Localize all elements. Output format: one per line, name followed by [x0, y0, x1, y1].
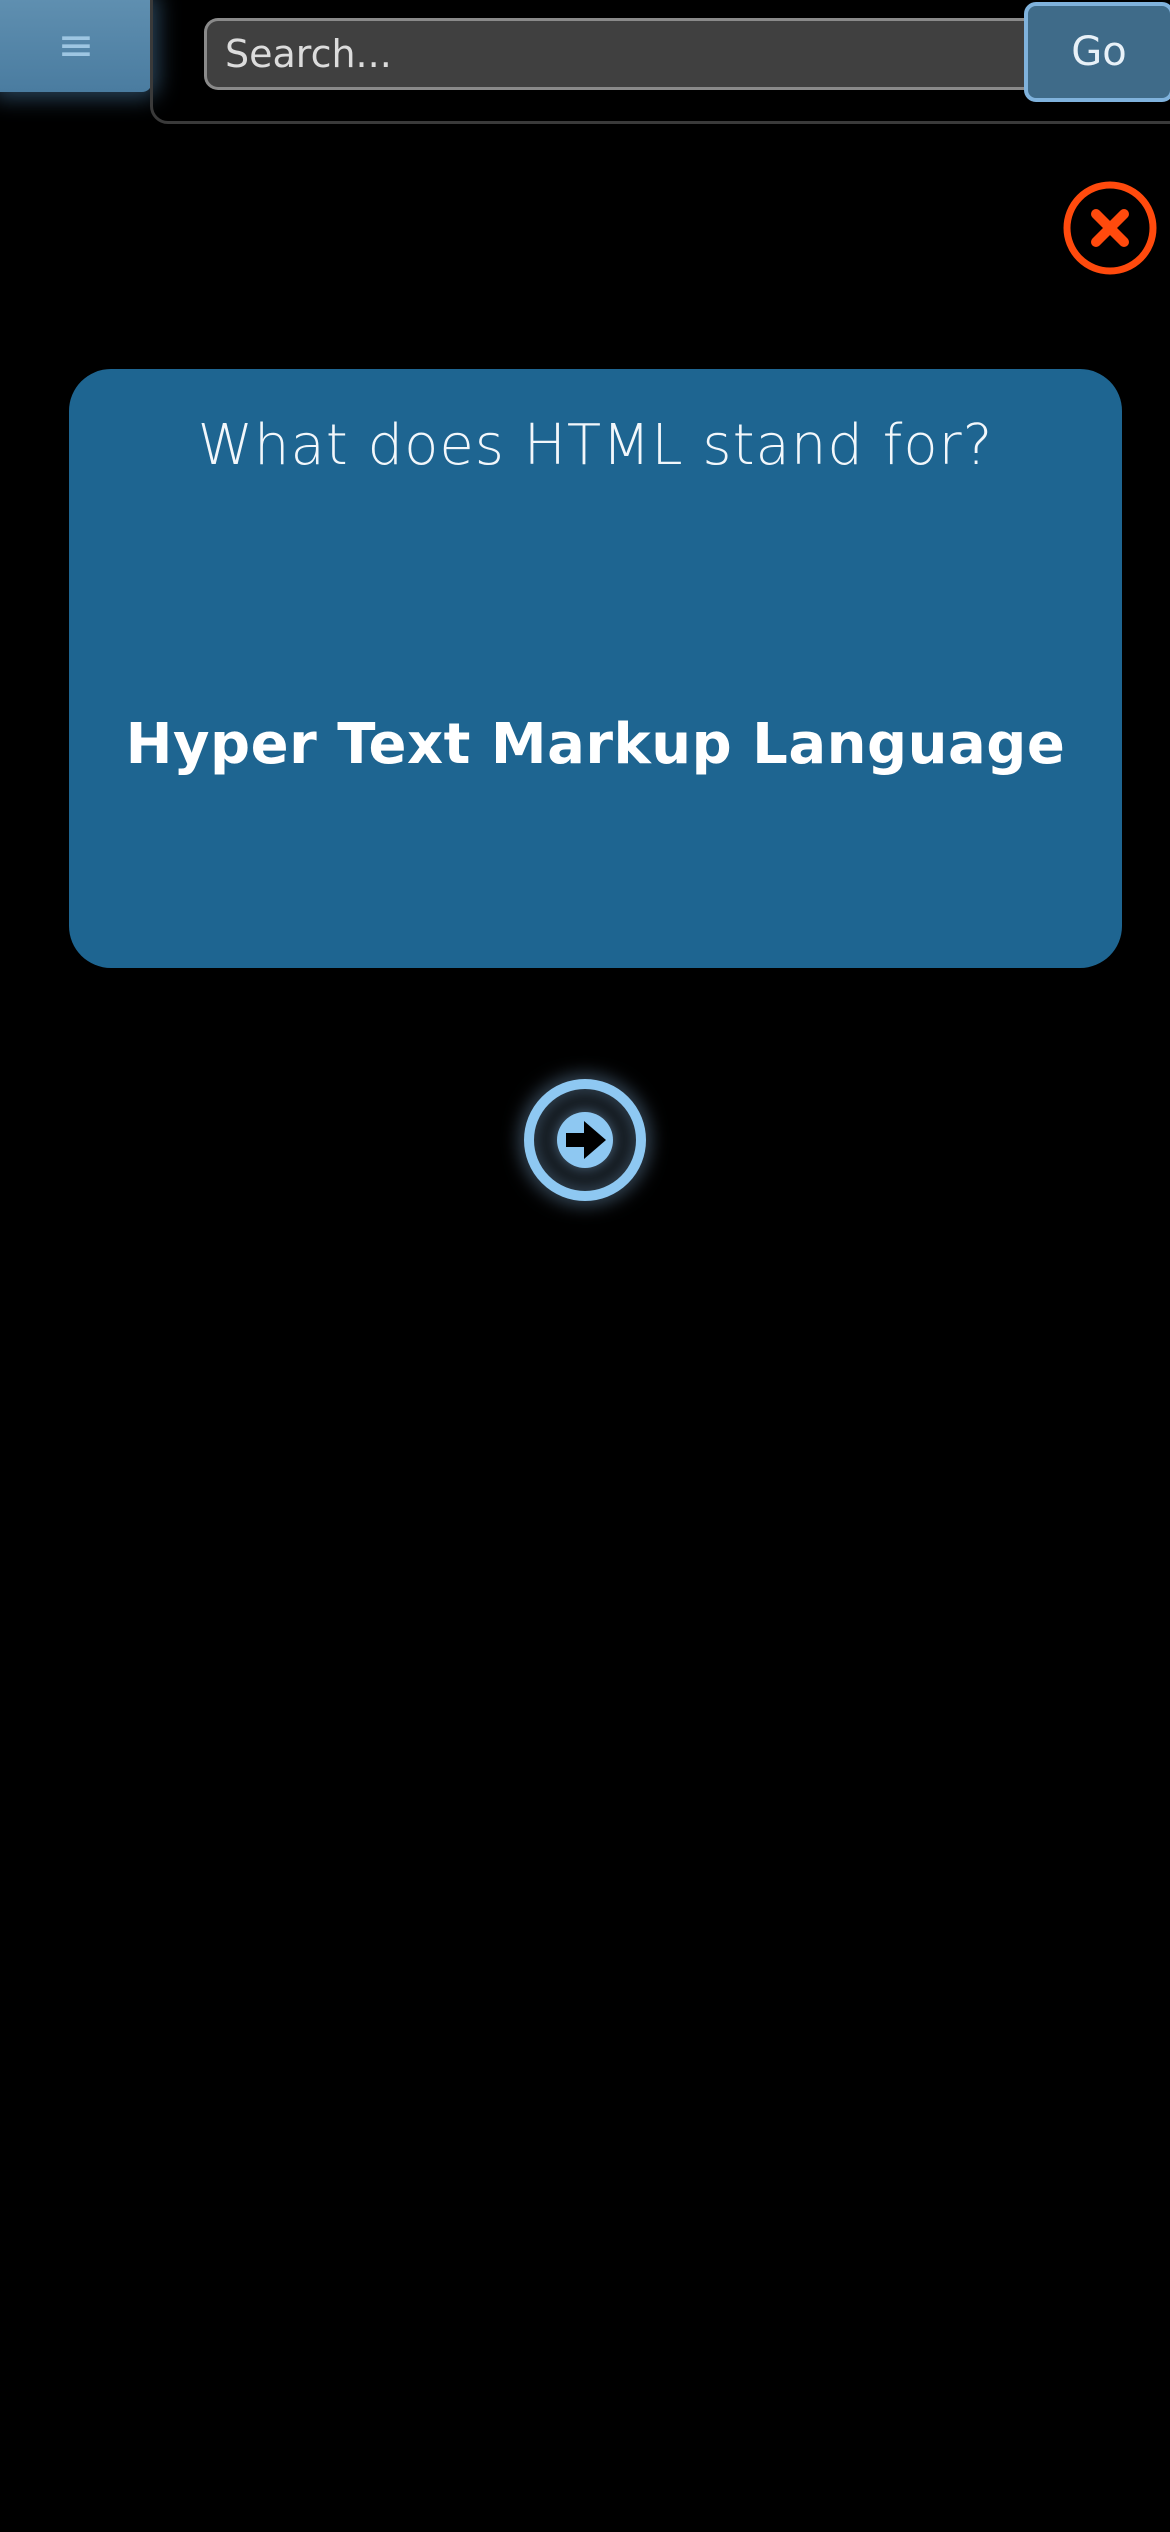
close-button[interactable] — [1062, 180, 1158, 276]
arrow-right-icon — [524, 1079, 646, 1201]
go-button[interactable]: Go — [1024, 2, 1170, 102]
search-input[interactable] — [204, 18, 1044, 90]
card-question: What does HTML stand for? — [197, 413, 994, 478]
next-button[interactable] — [522, 1077, 648, 1203]
flash-card[interactable]: What does HTML stand for? Hyper Text Mar… — [69, 369, 1122, 968]
card-answer: Hyper Text Markup Language — [125, 712, 1066, 777]
close-icon — [1063, 181, 1157, 275]
hamburger-icon: ≡ — [57, 20, 95, 71]
menu-button[interactable]: ≡ — [0, 0, 152, 92]
